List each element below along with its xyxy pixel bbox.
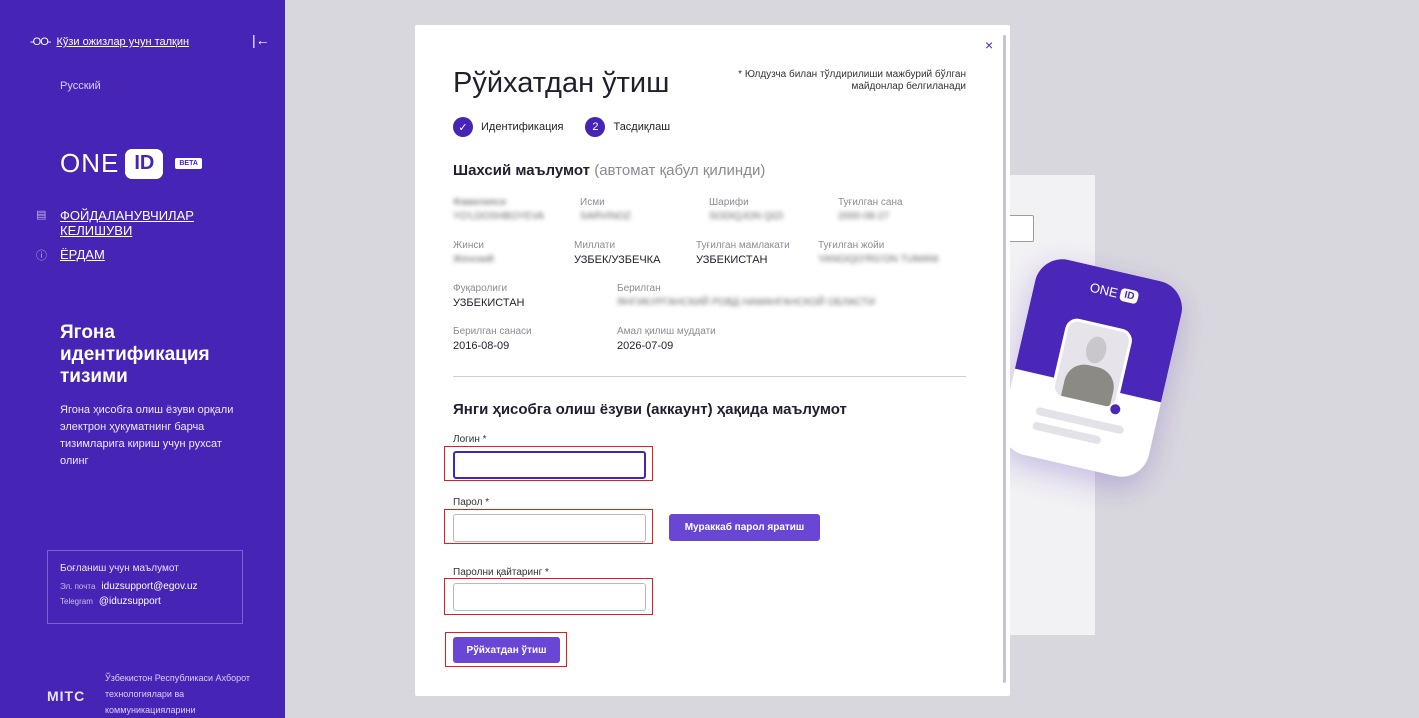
stepper: ✓ Идентификация 2 Тасдиқлаш	[453, 117, 670, 137]
required-note: * Юлдузча билан тўлдирилиши мажбурий бўл…	[738, 69, 966, 92]
telegram-label: Telegram	[60, 597, 93, 606]
field-gender: Жинси Женский	[453, 240, 494, 265]
field-birth-date: Туғилган сана 2000-08-27	[838, 197, 903, 222]
field-issued-by: Берилган ЯНГИКУРГАНСКИЙ РОВД НАМАНГАНСКО…	[617, 283, 876, 308]
repeat-password-input[interactable]	[453, 583, 646, 611]
field-name: Исми SARVINOZ	[580, 197, 631, 222]
personal-info-heading: Шахсий маълумот	[453, 162, 591, 179]
check-icon	[1106, 400, 1124, 418]
field-patronymic: Шарифи SODIQJON QIZI	[709, 197, 784, 222]
login-label: Логин *	[453, 434, 487, 445]
language-switch[interactable]: Русский	[60, 80, 101, 92]
nav-label: ФОЙДАЛАНУВЧИЛАР КЕЛИШУВИ	[60, 208, 194, 238]
step-number: 2	[585, 117, 606, 137]
mitc-logo: MITC	[47, 688, 86, 704]
contact-box: Боғланиш учун маълумот Эл. почта iduzsup…	[47, 550, 243, 624]
oneid-logo: ONE ID BETA	[60, 148, 202, 179]
field-citizenship: Фуқаролиги УЗБЕКИСТАН	[453, 283, 525, 309]
beta-badge: BETA	[175, 158, 202, 169]
password-label: Парол *	[453, 497, 490, 508]
field-surname: Фамилияси YO'LDOSHBOYEVA	[453, 197, 545, 222]
sidebar-heading: Ягона идентификация тизими	[60, 322, 210, 387]
accessibility-link[interactable]: -OO- Кўзи ожизлар учун талқин	[30, 36, 189, 48]
email-link[interactable]: iduzsupport@egov.uz	[101, 581, 197, 592]
scrollbar[interactable]	[1003, 35, 1006, 683]
repeat-password-label: Паролни қайтаринг *	[453, 567, 549, 578]
accessibility-label: Кўзи ожизлар учун талқин	[56, 36, 190, 48]
card-logo-id: ID	[1119, 287, 1140, 305]
document-icon: ▤	[36, 209, 47, 221]
contact-title: Боғланиш учун маълумот	[60, 563, 179, 574]
collapse-sidebar-icon[interactable]: |←	[252, 32, 270, 48]
sidebar-description: Ягона ҳисобга олиш ёзуви орқали электрон…	[60, 404, 234, 467]
telegram-link[interactable]: @iduzsupport	[99, 596, 161, 607]
help-circle-icon: ⓘ	[36, 250, 47, 262]
password-input[interactable]	[453, 514, 646, 542]
step-confirmation: Тасдиқлаш	[613, 121, 671, 133]
check-icon: ✓	[453, 117, 473, 137]
page-title: Рўйхатдан ўтиш	[453, 67, 670, 99]
email-label: Эл. почта	[60, 582, 96, 591]
registration-modal: × Рўйхатдан ўтиш * Юлдузча билан тўлдири…	[415, 25, 1010, 696]
field-birth-place: Туғилган жойи YANGIQO'RG'ON TUMANI	[818, 240, 939, 265]
step-identification: Идентификация	[481, 121, 564, 133]
logo-id: ID	[125, 148, 164, 179]
glasses-icon: -OO-	[30, 36, 51, 48]
field-nationality: Миллати УЗБЕК/УЗБЕЧКА	[574, 240, 661, 266]
field-birth-country: Туғилган мамлакати УЗБЕКИСТАН	[696, 240, 790, 266]
login-input[interactable]	[453, 451, 646, 479]
field-expiry: Амал қилиш муддати 2026-07-09	[617, 326, 716, 352]
footer-text: Ўзбекистон Республикаси Ахборот технолог…	[105, 673, 251, 715]
nav-user-agreement[interactable]: ▤ ФОЙДАЛАНУВЧИЛАР КЕЛИШУВИ	[36, 208, 210, 238]
field-issue-date: Берилган санаси 2016-08-09	[453, 326, 532, 352]
register-submit-button[interactable]: Рўйхатдан ўтиш	[453, 637, 560, 663]
sidebar: -OO- Кўзи ожизлар учун талқин |← Русский…	[0, 0, 285, 718]
divider	[453, 376, 966, 377]
account-info-title: Янги ҳисобга олиш ёзуви (аккаунт) ҳақида…	[453, 401, 847, 418]
generate-password-button[interactable]: Мураккаб парол яратиш	[669, 514, 820, 541]
logo-text: ONE	[60, 148, 120, 178]
personal-info-subtitle: (автомат қабул қилинди)	[594, 162, 766, 179]
nav-help[interactable]: ⓘ ЁРДАМ	[36, 247, 210, 263]
personal-info-title: Шахсий маълумот (автомат қабул қилинди)	[453, 162, 765, 179]
nav-label: ЁРДАМ	[60, 247, 105, 262]
close-icon[interactable]: ×	[985, 37, 993, 53]
